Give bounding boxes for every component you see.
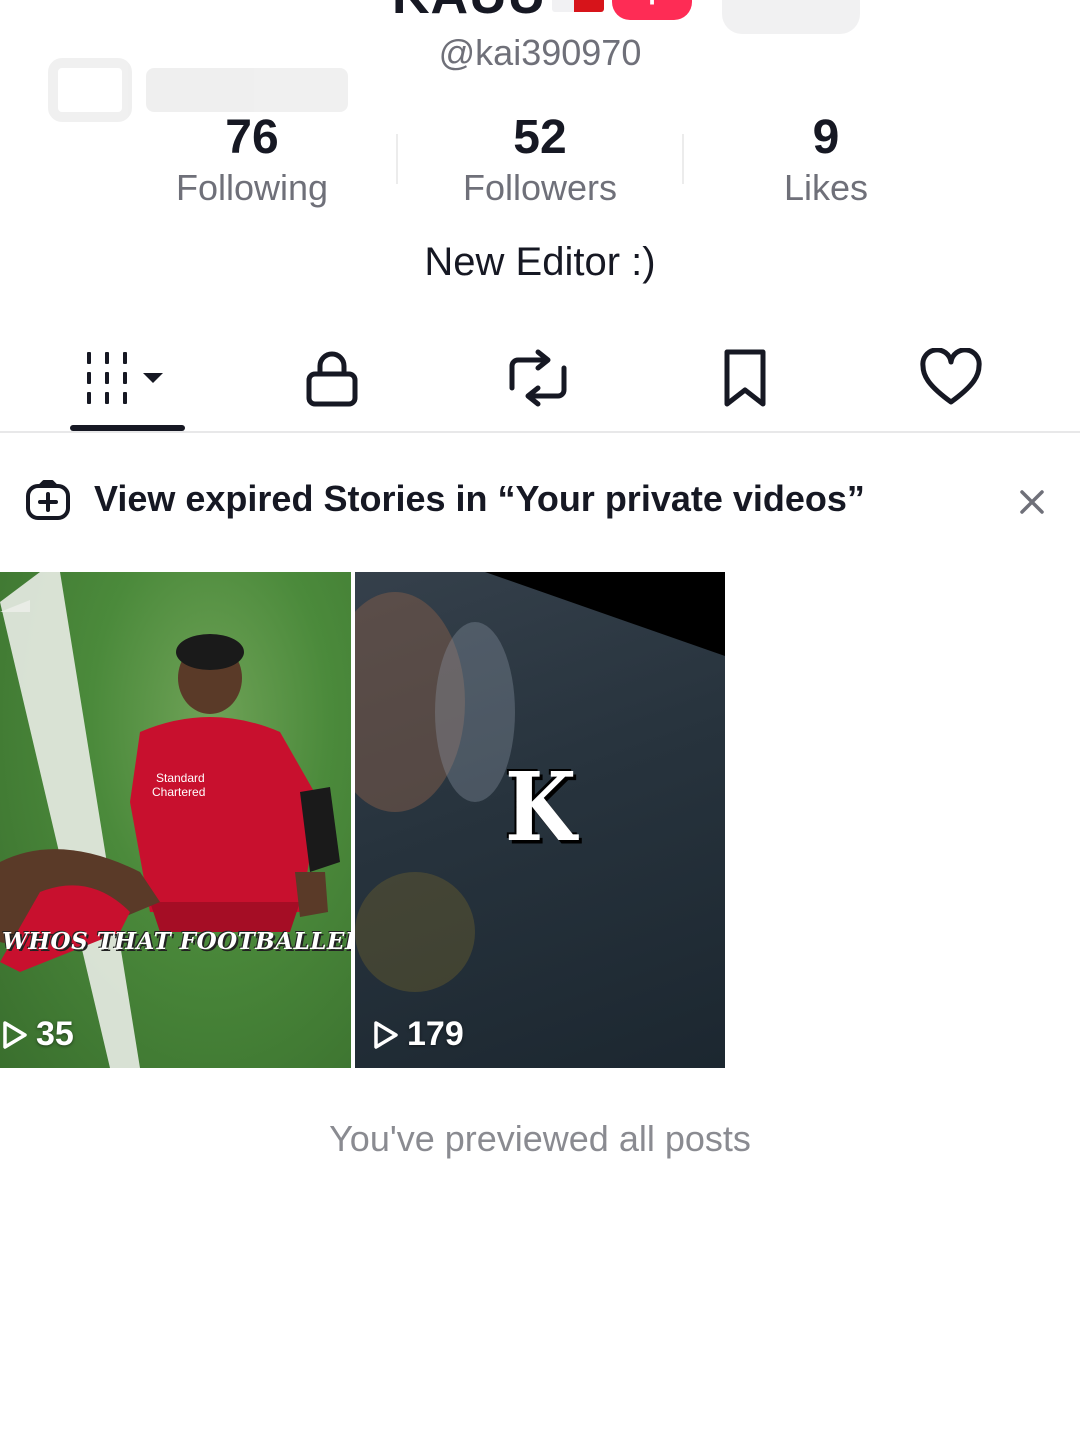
view-count-value: 179 bbox=[407, 1015, 464, 1053]
stat-following[interactable]: 76 Following bbox=[132, 110, 372, 210]
view-count: 35 bbox=[2, 1015, 74, 1054]
heart-icon bbox=[920, 348, 982, 405]
view-count-value: 35 bbox=[36, 1015, 74, 1053]
profile-tabs bbox=[0, 330, 1080, 432]
svg-text:Standard: Standard bbox=[156, 771, 205, 785]
tab-videos[interactable] bbox=[68, 330, 188, 426]
following-count: 76 bbox=[225, 111, 279, 164]
followers-count: 52 bbox=[513, 111, 567, 164]
followers-label: Followers bbox=[462, 167, 618, 208]
tab-private[interactable] bbox=[272, 330, 392, 426]
banner-text: View expired Stories in “Your private vi… bbox=[94, 478, 865, 519]
profile-name: KAUU bbox=[392, 0, 546, 26]
stat-followers[interactable]: 52 Followers bbox=[420, 110, 660, 210]
stat-likes[interactable]: 9 Likes bbox=[706, 110, 946, 210]
likes-label: Likes bbox=[783, 167, 869, 208]
add-account-button[interactable]: + bbox=[612, 0, 692, 20]
stat-divider bbox=[396, 134, 398, 184]
tab-liked[interactable] bbox=[891, 330, 1011, 426]
grid-dropdown-icon bbox=[87, 352, 163, 404]
profile-bio: New Editor :) bbox=[424, 240, 656, 284]
play-icon bbox=[3, 1020, 27, 1049]
tab-reposts[interactable] bbox=[478, 330, 598, 426]
overlay-letter: K bbox=[505, 752, 577, 864]
view-count: 179 bbox=[373, 1015, 464, 1054]
video-thumbnail[interactable]: K 179 bbox=[355, 572, 725, 1068]
close-icon bbox=[1020, 490, 1044, 514]
play-icon bbox=[374, 1020, 398, 1049]
previewed-all-posts-text: You've previewed all posts bbox=[329, 1118, 751, 1159]
likes-count: 9 bbox=[812, 111, 840, 164]
profile-page: KAUU + Edit @kai390970 76 Following 52 F… bbox=[0, 0, 1080, 1440]
flag-icon bbox=[552, 0, 604, 12]
expired-stories-banner[interactable]: View expired Stories in “Your private vi… bbox=[0, 462, 1080, 540]
lock-icon bbox=[306, 351, 358, 407]
edit-profile-button[interactable]: Edit bbox=[722, 0, 860, 34]
banner-close-button[interactable] bbox=[1010, 480, 1054, 524]
footballer-illustration: Standard Chartered bbox=[0, 572, 340, 1068]
repost-icon bbox=[509, 349, 567, 407]
video-thumbnail[interactable]: Standard Chartered WHOS THAT FOOTBALLER … bbox=[0, 572, 351, 1068]
story-plus-icon bbox=[26, 480, 70, 520]
video-thumbnail-image: Standard Chartered bbox=[0, 572, 351, 1068]
svg-text:Chartered: Chartered bbox=[152, 785, 205, 799]
username: @kai390970 bbox=[438, 32, 642, 73]
tabs-divider bbox=[0, 431, 1080, 433]
tab-favorites[interactable] bbox=[685, 330, 805, 426]
stat-divider bbox=[682, 134, 684, 184]
bookmark-icon bbox=[724, 349, 766, 407]
following-label: Following bbox=[175, 167, 329, 208]
video-caption: WHOS THAT FOOTBALLER ? bbox=[2, 928, 351, 955]
